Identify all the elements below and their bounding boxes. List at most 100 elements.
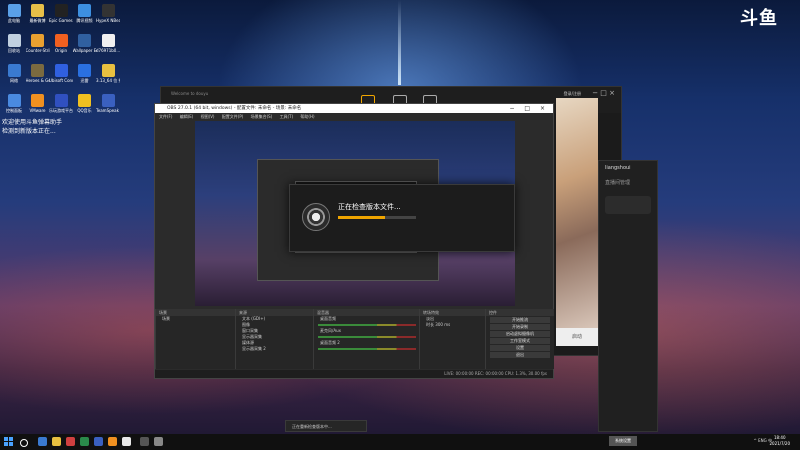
desktop-icon[interactable]: 迅雷 (73, 64, 97, 83)
notice-button[interactable]: 系统设置 (609, 436, 637, 446)
obs-title: OBS 27.0.1 (64 bit, windows) - 配置文件: 未命名… (167, 106, 302, 111)
desktop-icon[interactable]: 此电脑 (2, 4, 26, 23)
sources-header: 来源 (236, 309, 314, 316)
scene-item[interactable]: 场景 (156, 316, 236, 322)
app-icon (78, 4, 91, 17)
app-icon (101, 94, 115, 107)
app-icon (101, 34, 115, 47)
start-streaming-button[interactable]: 开始推流 (490, 317, 550, 323)
login-link[interactable]: 登录/注册 (564, 91, 581, 97)
desktop-icon[interactable]: Epic Games Launcher (49, 4, 73, 23)
mixer-track-label: 麦克风/Aux (320, 328, 341, 333)
desktop-icon-label: Heroes & Generals (25, 78, 50, 83)
desktop-icon-label: 控制面板 (6, 108, 22, 113)
menu-profile[interactable]: 配置文件(P) (222, 114, 244, 119)
app-icon (31, 64, 44, 77)
menu-scene-collection[interactable]: 场景集合(S) (251, 114, 273, 119)
side-panel: liangshoui 直播间管理 (598, 160, 658, 432)
desktop-icon-label: d76971b0... (96, 48, 120, 53)
duration-input[interactable]: 300 ms (435, 322, 450, 327)
desktop-icon[interactable]: Heroes & Generals (26, 64, 50, 83)
desktop-icon-label: 回收站 (8, 48, 20, 53)
app-icon (7, 34, 21, 47)
desktop-icon-label: VMware (29, 108, 46, 113)
duration-label: 时长 300 ms (420, 322, 486, 328)
obs-docks: 场景 场景 来源 文本 (GDI+) 图像 窗口采集 显示器采集 媒体源 显示器… (155, 309, 554, 369)
desktop-icon[interactable]: 乐玩游戏平台 (49, 94, 73, 113)
controls-header: 控件 (486, 309, 554, 316)
desktop-icon[interactable]: 回收站 (2, 34, 26, 53)
desktop-icon[interactable]: 腾讯视频 (73, 4, 97, 23)
taskbar-app-icon[interactable] (94, 437, 103, 446)
desktop-icon-label: 此电脑 (8, 18, 20, 23)
search-icon[interactable] (20, 439, 28, 447)
app-icon (54, 64, 68, 77)
taskbar-app-icon[interactable] (80, 437, 89, 446)
app-icon (7, 94, 21, 107)
desktop-icon[interactable]: 3.13_64 位 播放版 (96, 64, 120, 83)
obs-window-controls[interactable]: − □ × (509, 104, 549, 113)
controls-dock: 控件 开始推流 开始录制 启动虚拟摄像机 工作室模式 设置 退出 (485, 309, 554, 369)
desktop-icon[interactable]: 最新微博 (26, 4, 50, 23)
desktop-icon[interactable]: 网络 (2, 64, 26, 83)
desktop-icon-label: HypeX NBeauty (96, 18, 120, 23)
desktop-icon[interactable]: VMware (26, 94, 50, 113)
desktop-icon-label: 乐玩游戏平台 (49, 108, 73, 113)
desktop-icon-label: 最新微博 (29, 18, 46, 23)
desktop-icon[interactable]: d76971b0... (96, 34, 120, 53)
app-icon (31, 4, 44, 17)
taskbar-app-icon[interactable] (108, 437, 117, 446)
update-dialog: 正在检查版本文件... (289, 184, 515, 252)
edge-icon[interactable] (38, 437, 47, 446)
window-controls[interactable]: − □ × (592, 89, 615, 97)
mixer-dock: 混音器 桌面音频 麦克风/Aux 桌面音频 2 (313, 309, 420, 369)
desktop-icon[interactable]: QQ音乐 (73, 94, 97, 113)
desktop-icon-label: Origin (54, 48, 68, 53)
transitions-header: 转场特效 (420, 309, 486, 316)
desktop-icon-label: 腾讯视频 (76, 18, 93, 23)
obs-taskbar-icon[interactable] (140, 437, 149, 446)
start-button[interactable]: 启动 (556, 328, 598, 346)
menu-help[interactable]: 帮助(H) (300, 114, 314, 119)
obs-menubar: 文件(F) 编辑(E) 视图(V) 配置文件(P) 场景集合(S) 工具(T) … (155, 113, 553, 121)
desktop-icon[interactable]: Ubisoft Connect (49, 64, 73, 83)
desktop-icon[interactable]: TeamSpeak 3 (96, 94, 120, 113)
menu-edit[interactable]: 编辑(E) (180, 114, 194, 119)
desktop-icon[interactable]: Origin (49, 34, 73, 53)
douyu-title: Welcome to douyu (171, 91, 209, 96)
desktop-icon[interactable]: Counter-Strike Global Off... (26, 34, 50, 53)
file-explorer-icon[interactable] (52, 437, 61, 446)
start-recording-button[interactable]: 开始录制 (490, 324, 550, 330)
settings-button[interactable]: 设置 (490, 345, 550, 351)
app-icon (7, 64, 21, 77)
app-icon (54, 94, 68, 107)
desktop-icon[interactable]: HypeX NBeauty (96, 4, 120, 23)
taskbar-app-icon[interactable] (122, 437, 131, 446)
exit-button[interactable]: 退出 (490, 352, 550, 358)
desktop-icon[interactable]: 控制面板 (2, 94, 26, 113)
menu-file[interactable]: 文件(F) (159, 114, 172, 119)
volume-meter[interactable] (318, 348, 416, 350)
app-icon (31, 94, 44, 107)
desktop-icon[interactable]: Wallpaper Engine (73, 34, 97, 53)
volume-meter[interactable] (318, 324, 416, 326)
obs-logo-icon (302, 203, 330, 231)
virtual-camera-button[interactable]: 启动虚拟摄像机 (490, 331, 550, 337)
menu-view[interactable]: 视图(V) (201, 114, 215, 119)
taskbar-app-icon[interactable] (66, 437, 75, 446)
taskbar-app-icon[interactable] (154, 437, 163, 446)
side-panel-subtitle: 直播间管理 (605, 180, 631, 186)
start-button-windows-icon[interactable] (4, 437, 14, 447)
mixer-track-label: 桌面音频 2 (320, 340, 340, 345)
side-panel-field[interactable] (605, 196, 651, 214)
volume-meter[interactable] (318, 336, 416, 338)
app-icon (101, 4, 115, 17)
studio-mode-button[interactable]: 工作室模式 (490, 338, 550, 344)
desktop-icon-label: Counter-Strike Global Off... (25, 48, 50, 53)
sources-dock: 来源 文本 (GDI+) 图像 窗口采集 显示器采集 媒体源 显示器采集 2 (235, 309, 314, 369)
douyu-logo: 斗鱼 (740, 8, 778, 29)
clock[interactable]: 18:40 2021/7/20 (769, 435, 790, 447)
source-item[interactable]: 显示器采集 2 (236, 346, 314, 352)
menu-tools[interactable]: 工具(T) (280, 114, 294, 119)
desktop-icon-label: QQ音乐 (77, 108, 92, 113)
